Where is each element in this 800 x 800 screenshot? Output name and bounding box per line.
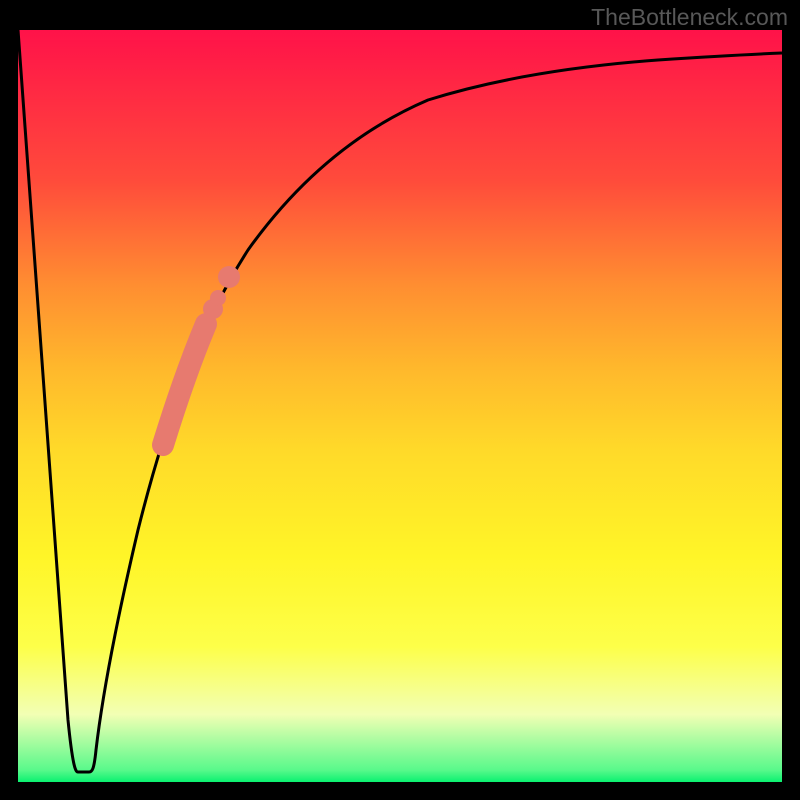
curve-layer [18, 30, 782, 782]
highlight-dot-c [218, 266, 240, 288]
highlight-dot-b [210, 290, 226, 306]
bottleneck-curve [18, 30, 782, 772]
plot-area [18, 30, 782, 782]
watermark-text: TheBottleneck.com [591, 4, 788, 31]
chart-frame: TheBottleneck.com [0, 0, 800, 800]
highlight-segment [163, 324, 206, 445]
